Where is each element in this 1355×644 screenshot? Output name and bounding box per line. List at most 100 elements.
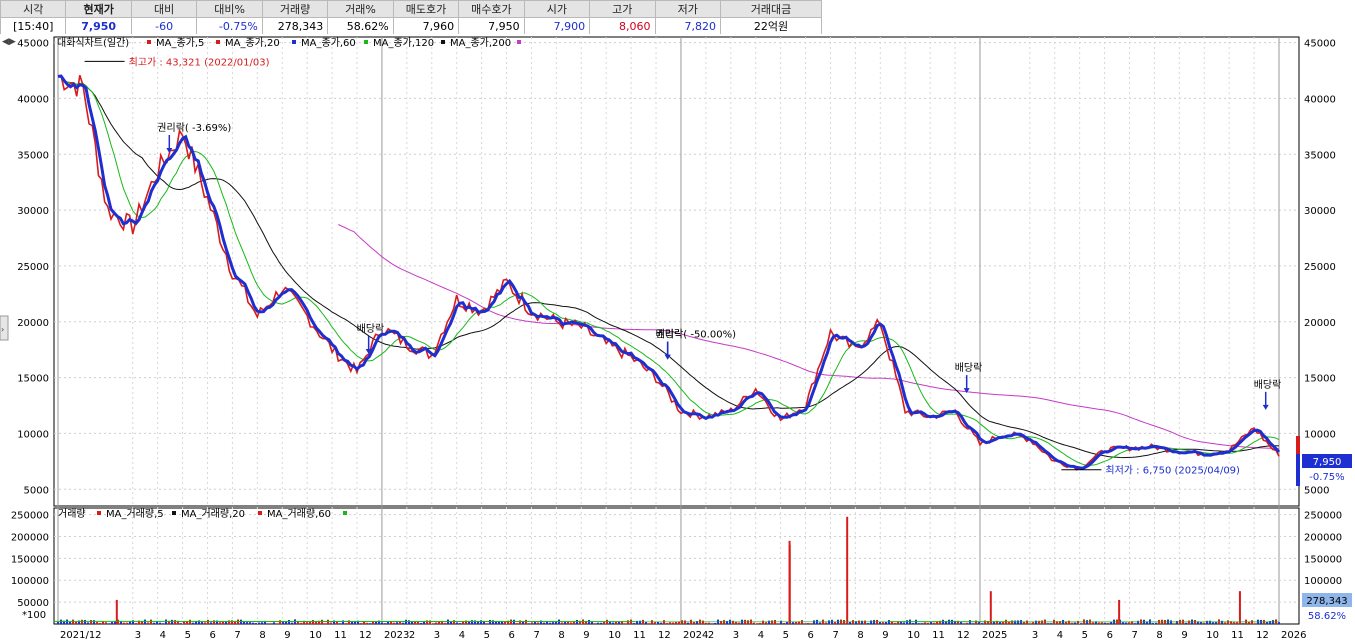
x-tick-label: 2021/12 <box>60 630 102 641</box>
volume-bar <box>1092 622 1094 624</box>
quote-header: 현재가 <box>65 0 132 18</box>
quote-current-price: 7,950 <box>65 17 132 35</box>
legend-ma60: MA_종가,60 <box>301 37 356 49</box>
volume-bar <box>126 622 128 624</box>
volume-bar <box>504 621 506 624</box>
price-y-tick-left: 30000 <box>17 206 49 217</box>
x-tick-label: 9 <box>882 630 888 641</box>
volume-bar <box>795 621 797 624</box>
x-tick-label: 11 <box>334 630 347 641</box>
price-y-tick-right: 25000 <box>1304 262 1336 273</box>
volume-bar <box>261 622 263 624</box>
volume-bar <box>564 621 566 624</box>
volume-bar <box>426 620 428 624</box>
volume-bar <box>396 622 398 624</box>
price-y-tick-left: 35000 <box>17 150 49 161</box>
volume-bar <box>105 622 107 624</box>
volume-bar <box>765 622 767 624</box>
quote-volume: 278,343 <box>261 17 329 35</box>
volume-bar <box>243 621 245 624</box>
last-volume-ratio-label: 58.62% <box>1308 611 1346 622</box>
legend-swatch <box>292 40 296 44</box>
volume-bar <box>291 622 293 624</box>
quote-high-price: 8,060 <box>589 17 656 35</box>
volume-bar <box>360 623 362 624</box>
x-tick-label: 4 <box>1057 630 1063 641</box>
x-tick-label: 4 <box>758 630 764 641</box>
x-tick-label: 10 <box>309 630 322 641</box>
x-tick-label: 11 <box>1231 630 1244 641</box>
volume-bar <box>498 621 500 624</box>
volume-bar <box>456 622 458 624</box>
quote-header: 시각 <box>0 0 67 18</box>
volume-bar <box>147 622 149 624</box>
volume-bar <box>381 622 383 624</box>
volume-bar <box>648 623 650 624</box>
volume-bar <box>1074 622 1076 624</box>
price-volume-chart[interactable]: ◀▶ › 최고가 : 43,321 (2022/01/03) 권리락( -3.69… <box>0 34 1355 644</box>
chevron-right-icon: › <box>1 325 4 334</box>
x-tick-label: 8 <box>259 630 265 641</box>
legend-swatch <box>172 511 176 515</box>
volume-bar <box>444 622 446 624</box>
volume-bar <box>1011 620 1013 624</box>
volume-bar <box>99 622 101 624</box>
volume-bar <box>660 622 662 624</box>
quote-ask-price: 7,960 <box>392 17 460 35</box>
price-y-tick-right: 30000 <box>1304 206 1336 217</box>
volume-bar <box>132 620 134 624</box>
volume-bar <box>771 620 773 624</box>
volume-bar <box>252 622 254 624</box>
last-volume-label: 278,343 <box>1306 596 1347 607</box>
volume-bar <box>402 622 404 624</box>
volume-bar <box>1173 623 1175 624</box>
volume-bar <box>825 622 827 624</box>
quote-header: 저가 <box>654 0 722 18</box>
volume-bar <box>1221 620 1223 624</box>
volume-bar <box>519 620 521 624</box>
volume-bar <box>123 622 125 624</box>
quote-value-row: [15:40] 7,950 -60 -0.75% 278,343 58.62% … <box>0 17 822 35</box>
volume-bar <box>1134 623 1136 624</box>
quote-header: 매수호가 <box>458 0 525 18</box>
volume-bar <box>1035 620 1037 624</box>
volume-bar <box>597 622 599 624</box>
annotation-label: 배당락 <box>656 329 684 341</box>
volume-bar <box>972 623 974 624</box>
x-tick-label: 8 <box>558 630 564 641</box>
volume-bar <box>783 623 785 624</box>
volume-bar <box>882 622 884 624</box>
volume-chart-title: 거래량 <box>58 508 86 520</box>
volume-spike-bar <box>115 599 118 624</box>
price-y-tick-right: 35000 <box>1304 150 1336 161</box>
volume-bar <box>966 622 968 624</box>
volume-bar <box>810 623 812 624</box>
x-tick-label: 5 <box>185 630 191 641</box>
volume-bar <box>108 623 110 624</box>
volume-bar <box>807 622 809 624</box>
volume-bar <box>135 623 137 624</box>
x-tick-label: 2024 <box>683 630 708 641</box>
volume-bar <box>300 622 302 624</box>
legend-swatch <box>517 40 521 44</box>
volume-bar <box>759 622 761 624</box>
quote-header: 거래대금 <box>720 0 822 18</box>
x-tick-label: 12 <box>1256 630 1269 641</box>
volume-bar <box>1026 620 1028 624</box>
volume-bar <box>672 622 674 624</box>
annotation-label: 권리락( -3.69%) <box>157 122 231 134</box>
price-y-tick-left: 5000 <box>24 485 49 496</box>
volume-bar <box>609 621 611 624</box>
scroll-left-icon[interactable]: ◀▶ <box>2 37 16 47</box>
x-tick-label: 2026 <box>1281 630 1306 641</box>
quote-low-price: 7,820 <box>654 17 722 35</box>
volume-bar <box>1050 623 1052 624</box>
legend-vol-ma20: MA_거래량,20 <box>181 508 245 520</box>
volume-bar <box>1242 623 1244 624</box>
x-tick-label: 2025 <box>982 630 1007 641</box>
volume-bar <box>1185 622 1187 624</box>
legend-ma5: MA_종가,5 <box>156 37 204 49</box>
volume-bar <box>756 623 758 624</box>
volume-y-tick-right: 200000 <box>1304 532 1342 543</box>
volume-bar <box>975 620 977 624</box>
